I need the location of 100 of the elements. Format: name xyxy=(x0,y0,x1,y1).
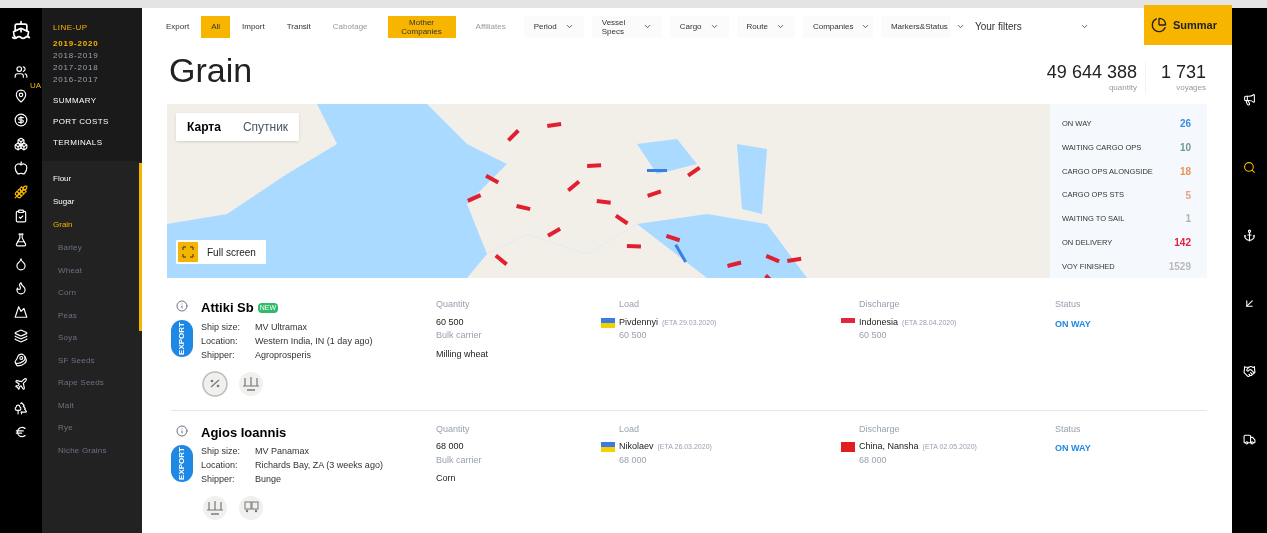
vessel-type: Bulk carrier xyxy=(436,453,483,467)
export-tag: EXPORT xyxy=(171,444,193,482)
season-link[interactable]: 2018-2019 xyxy=(53,50,131,62)
column-label: Load xyxy=(618,298,641,311)
port-quantity: 60 500 xyxy=(619,329,648,342)
filter-toggle[interactable]: All xyxy=(201,15,230,38)
people-icon[interactable] xyxy=(14,65,28,79)
column-label: Discharge xyxy=(858,298,901,311)
logo-icon[interactable] xyxy=(11,20,31,40)
drop-icon[interactable] xyxy=(14,257,28,271)
status-value: ON WAY xyxy=(1055,442,1091,455)
map-type-tab[interactable]: Карта xyxy=(176,113,232,141)
country-label: UA xyxy=(29,80,41,92)
port-quantity: 68 000 xyxy=(619,453,648,467)
nav-link[interactable]: TERMINALS xyxy=(53,137,131,149)
truck-icon[interactable] xyxy=(1243,433,1256,446)
filter-dropdown[interactable]: Vessel Specs xyxy=(591,15,662,38)
status-count: 18 xyxy=(1179,164,1191,179)
port-name: Nikolaev xyxy=(619,440,654,453)
total-value: 49 644 388 xyxy=(1046,62,1137,82)
filter-dropdown[interactable]: Period xyxy=(523,15,584,38)
flask-icon[interactable] xyxy=(14,233,28,247)
status-count: 26 xyxy=(1179,117,1191,132)
vessel-name[interactable]: Agios Ioannis xyxy=(201,422,287,442)
export-tag: EXPORT xyxy=(171,320,193,357)
scrollbar-thumb[interactable] xyxy=(139,163,142,331)
cargo-link[interactable]: Sugar xyxy=(53,196,128,219)
map-type-tab[interactable]: Спутник xyxy=(231,113,300,141)
detail-value: Richards Bay, ZA (3 weeks ago) xyxy=(255,459,383,472)
info-icon[interactable] xyxy=(176,300,188,312)
column-label: Status xyxy=(1055,298,1082,311)
vessel-type: Bulk carrier xyxy=(436,329,483,342)
chevron-icon xyxy=(775,22,785,31)
meat-icon[interactable] xyxy=(14,353,28,367)
port-quantity: 68 000 xyxy=(859,453,888,467)
filter-dropdown[interactable]: Companies xyxy=(802,15,873,38)
detail-label: Ship size: xyxy=(201,320,242,334)
flame-icon[interactable] xyxy=(14,281,28,295)
fruit-icon[interactable] xyxy=(14,161,28,175)
quantity-value: 68 000 xyxy=(436,440,465,453)
total-label: quantity xyxy=(1108,82,1137,94)
trees-icon[interactable] xyxy=(14,401,28,415)
summary-button[interactable]: Summar xyxy=(1144,5,1232,45)
chevron-icon xyxy=(709,22,719,31)
filter-toggle[interactable]: Mother Companies xyxy=(387,15,456,38)
port-name: China, Nansha xyxy=(859,440,919,453)
cargo-link[interactable]: Grain xyxy=(53,219,128,242)
wheat-icon[interactable] xyxy=(14,185,28,199)
column-label: Quantity xyxy=(436,298,471,311)
detail-value: Bunge xyxy=(255,473,283,486)
nav-link[interactable]: PORT COSTS xyxy=(53,116,131,128)
column-label: Status xyxy=(1055,422,1082,436)
boxes-icon[interactable] xyxy=(14,137,28,151)
season-link[interactable]: 2016-2017 xyxy=(53,74,131,86)
detail-label: Location: xyxy=(201,334,239,348)
detail-label: Location: xyxy=(201,459,239,472)
flag-icon xyxy=(841,442,855,452)
handshake-icon[interactable] xyxy=(1243,365,1256,378)
arrow-icon[interactable] xyxy=(1243,297,1256,310)
layers-icon[interactable] xyxy=(14,329,28,343)
cargo-link[interactable]: Flour xyxy=(53,173,128,196)
euro-icon[interactable] xyxy=(14,425,28,439)
status-value: ON WAY xyxy=(1055,317,1091,331)
status-count: 1 xyxy=(1185,212,1191,227)
nav-link[interactable]: SUMMARY xyxy=(53,95,131,107)
info-icon[interactable] xyxy=(176,424,188,437)
search-icon[interactable] xyxy=(1243,161,1256,174)
status-count: 1529 xyxy=(1168,259,1191,274)
detail-value: MV Ultramax xyxy=(255,320,308,334)
quantity-value: 60 500 xyxy=(436,315,465,329)
coin-icon[interactable] xyxy=(14,113,28,127)
filter-dropdown[interactable]: Cargo xyxy=(669,15,729,38)
chevron-icon xyxy=(861,22,871,31)
detail-value: Agroprosperis xyxy=(255,348,313,362)
column-label: Quantity xyxy=(436,422,471,436)
column-label: Load xyxy=(618,422,641,436)
detail-label: Shipper: xyxy=(201,473,236,486)
detail-value: Western India, IN (1 day ago) xyxy=(255,334,373,348)
total-value: 1 731 xyxy=(1160,62,1206,82)
percent-icon xyxy=(201,369,229,398)
megaphone-icon[interactable] xyxy=(1243,93,1256,106)
checklist-icon[interactable] xyxy=(14,209,28,223)
port-name: Pivdennyi xyxy=(619,315,659,329)
chevron-icon xyxy=(642,22,652,31)
cranes-icon xyxy=(237,369,265,398)
detail-label: Ship size: xyxy=(201,445,242,458)
detail-label: Shipper: xyxy=(201,348,236,362)
flag-icon xyxy=(601,442,615,452)
vessel-name[interactable]: Attiki Sb xyxy=(201,298,254,318)
status-count: 10 xyxy=(1179,141,1191,156)
anchor-icon[interactable] xyxy=(1243,229,1256,242)
plane-icon[interactable] xyxy=(14,377,28,391)
season-link[interactable]: 2017-2018 xyxy=(53,62,131,74)
pie-chart-icon xyxy=(1151,17,1167,33)
port-quantity: 60 500 xyxy=(859,329,888,342)
fullscreen-button[interactable]: Full screen xyxy=(176,240,266,264)
location-icon[interactable] xyxy=(14,89,28,103)
season-link[interactable]: 2019-2020 xyxy=(53,38,131,50)
filter-dropdown[interactable]: Route xyxy=(736,15,795,38)
saved-filters-field[interactable]: Your filters xyxy=(974,19,1075,34)
